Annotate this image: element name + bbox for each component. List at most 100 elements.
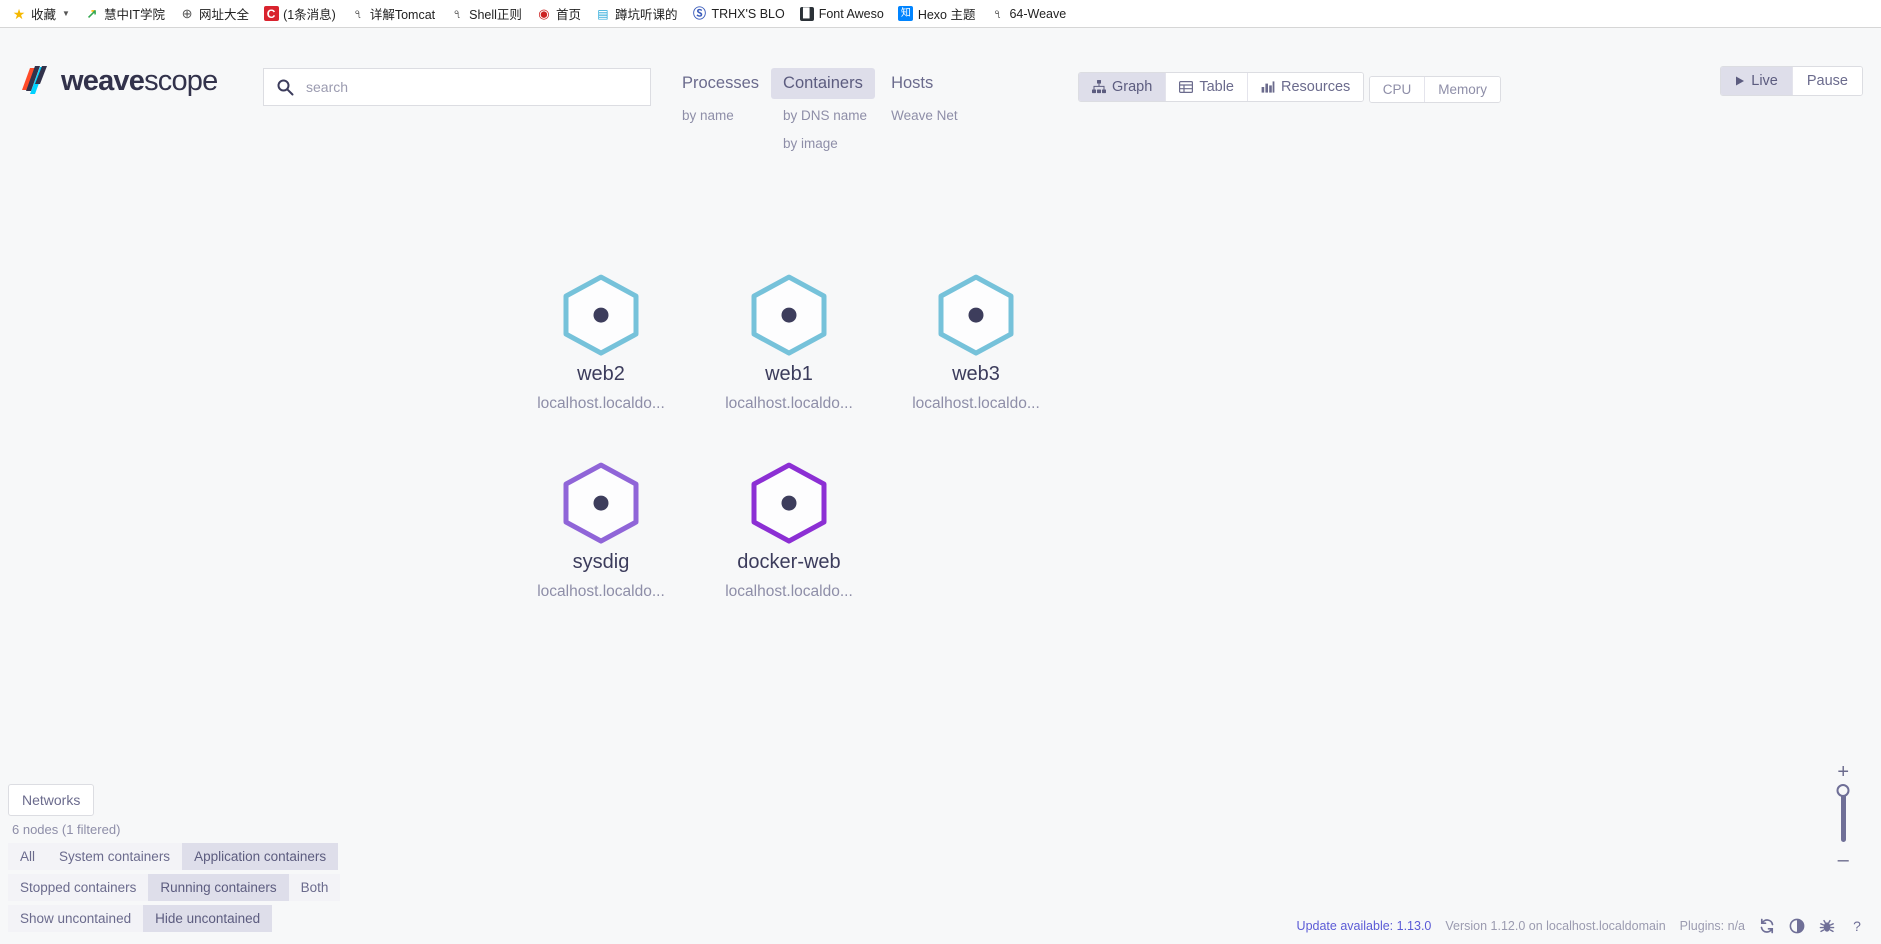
svg-text:?: ? — [1853, 918, 1861, 934]
csdn-icon: C — [263, 6, 279, 22]
bookmark-item[interactable]: ★ 收藏 ▼ — [4, 2, 77, 25]
tv-icon: ▤ — [597, 6, 609, 21]
view-button-label: Resources — [1280, 79, 1351, 95]
logo-text: weavescope — [61, 64, 218, 97]
topology-option-system-containers[interactable]: System containers — [47, 843, 183, 870]
topology-subitem[interactable]: by image — [771, 132, 850, 155]
graph-controls-panel: Networks 6 nodes (1 filtered) All System … — [8, 784, 341, 936]
star-icon: ★ — [12, 5, 26, 22]
zoom-in-button[interactable]: + — [1831, 760, 1855, 784]
time-control-buttons[interactable]: Live Pause — [1720, 66, 1863, 96]
topology-subitem[interactable]: by name — [670, 104, 746, 127]
bookmark-item[interactable]: ⊕ 网址大全 — [172, 2, 256, 25]
search-input[interactable] — [306, 79, 638, 95]
topology-option-stopped-containers[interactable]: Stopped containers — [8, 874, 149, 901]
topology-subitem[interactable]: Weave Net — [879, 104, 970, 127]
graph-node-sysdig[interactable]: sysdig localhost.localdo... — [521, 461, 681, 601]
bookmark-label: TRHX'S BLO — [711, 6, 785, 21]
table-icon — [1179, 80, 1194, 94]
bookmark-item[interactable]: 知 Hexo 主题 — [891, 2, 983, 25]
bookmark-item[interactable]: ▉ Font Aweso — [792, 4, 891, 24]
plugins-label: Plugins: n/a — [1679, 919, 1745, 933]
browser-bookmark-bar: ★ 收藏 ▼ ↗ 慧中IT学院 ⊕ 网址大全 C (1条消息) ৭ 详解Tomcat ৭ Shell正则… — [0, 0, 1881, 28]
hexagon-node-icon — [521, 273, 681, 357]
contrast-icon[interactable] — [1789, 918, 1805, 934]
node-label: web3 — [952, 363, 1000, 386]
bug-icon[interactable] — [1819, 918, 1835, 934]
zhihu-icon: 知 — [898, 6, 914, 22]
bookmark-label: 慧中IT学院 — [103, 8, 166, 22]
graph-node-web1[interactable]: web1 localhost.localdo... — [709, 273, 869, 413]
live-label: Live — [1751, 73, 1778, 89]
zoom-out-button[interactable]: – — [1832, 848, 1855, 872]
topology-option-running-containers[interactable]: Running containers — [148, 874, 289, 901]
bookmark-item[interactable]: ৭ 64-Weave — [982, 4, 1073, 24]
bookmark-label: 64-Weave — [1009, 6, 1067, 21]
weavescope-logo[interactable]: weavescope — [18, 64, 218, 98]
view-button-resources[interactable]: Resources — [1247, 73, 1364, 101]
bookmark-item[interactable]: ৭ Shell正则 — [442, 2, 529, 25]
topology-option-row: Show uncontained Hide uncontained — [8, 905, 340, 932]
zoom-slider-track[interactable] — [1836, 784, 1850, 842]
bookmark-label: 网址大全 — [199, 8, 250, 22]
graph-node-web3[interactable]: web3 localhost.localdo... — [896, 273, 1056, 413]
pen-icon: ৭ — [993, 6, 1002, 21]
globe-icon: ⊕ — [181, 6, 193, 21]
bookmark-item[interactable]: Ⓢ TRHX'S BLO — [684, 4, 791, 24]
view-button-table[interactable]: Table — [1166, 73, 1248, 101]
refresh-icon[interactable] — [1759, 918, 1775, 934]
topology-option-all[interactable]: All — [8, 843, 48, 870]
help-icon[interactable]: ? — [1849, 918, 1865, 934]
view-button-graph[interactable]: Graph — [1079, 73, 1167, 101]
bookmark-label: 详解Tomcat — [369, 8, 436, 22]
metric-button-memory[interactable]: Memory — [1425, 77, 1501, 102]
topology-item-hosts[interactable]: Hosts — [879, 68, 945, 99]
time-control[interactable]: Live Pause — [1720, 66, 1863, 96]
zoom-slider-knob[interactable] — [1836, 784, 1850, 797]
topology-item-processes[interactable]: Processes — [670, 68, 771, 99]
topology-option-row: All System containers Application containe… — [8, 843, 340, 870]
view-button-label: Graph — [1112, 79, 1153, 95]
live-button[interactable]: Live — [1721, 67, 1793, 95]
bookmark-item[interactable]: ▤ 蹲坑听课的 — [588, 2, 685, 25]
bookmark-item[interactable]: ৭ 详解Tomcat — [343, 2, 442, 25]
logo-weave: weave — [61, 64, 145, 97]
view-mode-selector[interactable]: Graph Table Resources CPU Memory — [1078, 68, 1502, 103]
topology-option-both[interactable]: Both — [288, 874, 341, 901]
view-button-label: Table — [1199, 79, 1234, 95]
node-label: docker-web — [737, 551, 841, 574]
topology-option-application-containers[interactable]: Application containers — [182, 843, 339, 870]
node-label: web2 — [577, 363, 625, 386]
topology-option-show-uncontained[interactable]: Show uncontained — [8, 905, 144, 932]
pause-button[interactable]: Pause — [1792, 67, 1862, 95]
topology-option-hide-uncontained[interactable]: Hide uncontained — [143, 905, 273, 932]
topology-subitem[interactable]: by DNS name — [771, 104, 879, 127]
zoom-control[interactable]: + – — [1831, 760, 1855, 872]
networks-button[interactable]: Networks — [8, 784, 95, 816]
hexagon-node-icon — [521, 461, 681, 545]
bookmark-item[interactable]: ↗ 慧中IT学院 — [77, 2, 172, 25]
resources-icon — [1261, 80, 1275, 94]
bookmark-item[interactable]: C (1条消息) — [256, 2, 343, 25]
chevron-down-icon[interactable]: ▼ — [62, 9, 70, 18]
target-icon: ◉ — [538, 6, 550, 21]
node-sublabel: localhost.localdo... — [537, 395, 665, 413]
metric-buttons[interactable]: CPU Memory — [1368, 76, 1502, 103]
topology-options[interactable]: All System containers Application containe… — [8, 843, 341, 936]
topology-column: Hosts Weave Net — [879, 68, 975, 155]
metric-button-cpu[interactable]: CPU — [1369, 77, 1426, 102]
node-sublabel: localhost.localdo... — [537, 583, 665, 601]
topology-item-containers[interactable]: Containers — [771, 68, 875, 99]
topology-selector[interactable]: Processes by name Containers by DNS name by … — [670, 68, 975, 155]
update-available-link[interactable]: Update available: 1.13.0 — [1297, 919, 1432, 933]
search-box[interactable] — [263, 68, 651, 106]
fontawesome-icon: ▉ — [799, 6, 815, 22]
graph-node-docker-web[interactable]: docker-web localhost.localdo... — [709, 461, 869, 601]
view-buttons[interactable]: Graph Table Resources — [1078, 72, 1365, 102]
bookmark-label: Shell正则 — [469, 8, 522, 22]
graph-node-web2[interactable]: web2 localhost.localdo... — [521, 273, 681, 413]
graph-icon — [1092, 80, 1106, 94]
bookmark-label: Font Aweso — [818, 6, 884, 21]
bookmark-item[interactable]: ◉ 首页 — [529, 2, 588, 25]
bookmark-label: (1条消息) — [283, 8, 336, 22]
